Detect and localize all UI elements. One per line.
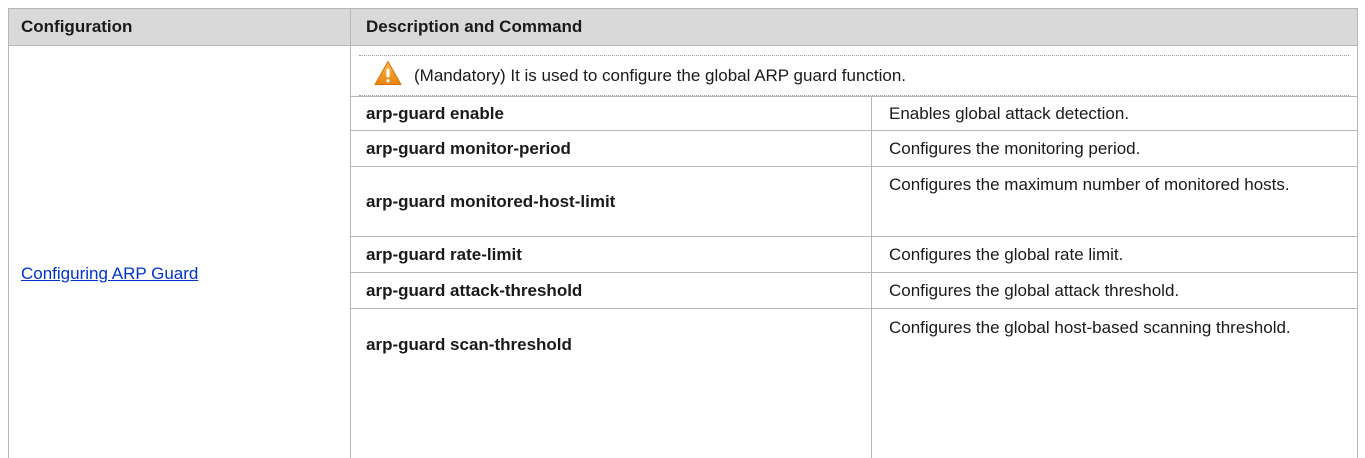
command-description: Configures the global host-based scannin… <box>889 318 1291 337</box>
table-row: arp-guard monitor-period Configures the … <box>351 130 1357 166</box>
note-text: (Mandatory) It is used to configure the … <box>414 66 907 85</box>
command-name: arp-guard monitored-host-limit <box>366 192 616 211</box>
header-configuration: Configuration <box>21 17 133 36</box>
table-row: arp-guard scan-threshold Configures the … <box>351 308 1357 458</box>
mandatory-note: (Mandatory) It is used to configure the … <box>359 56 1349 95</box>
table-row: arp-guard enable Enables global attack d… <box>351 96 1357 130</box>
command-name: arp-guard monitor-period <box>366 139 571 158</box>
configuring-arp-guard-link[interactable]: Configuring ARP Guard <box>21 264 198 284</box>
command-name: arp-guard scan-threshold <box>366 335 572 354</box>
warning-icon <box>374 61 402 85</box>
command-name: arp-guard enable <box>366 104 504 123</box>
configuration-cell: Configuring ARP Guard <box>9 46 350 458</box>
table-row: arp-guard monitored-host-limit Configure… <box>351 166 1357 236</box>
command-description: Enables global attack detection. <box>889 104 1130 123</box>
config-table: Configuration Description and Command Co… <box>8 8 1358 458</box>
description-cell: (Mandatory) It is used to configure the … <box>351 46 1357 458</box>
table-row: arp-guard rate-limit Configures the glob… <box>351 236 1357 272</box>
command-description: Configures the maximum number of monitor… <box>889 175 1290 194</box>
table-row: arp-guard attack-threshold Configures th… <box>351 272 1357 308</box>
command-name: arp-guard attack-threshold <box>366 281 583 300</box>
header-description: Description and Command <box>366 17 583 36</box>
command-name: arp-guard rate-limit <box>366 245 522 264</box>
table-header: Configuration Description and Command <box>9 8 1357 46</box>
command-description: Configures the global rate limit. <box>889 245 1124 264</box>
command-description: Configures the monitoring period. <box>889 139 1141 158</box>
command-description: Configures the global attack threshold. <box>889 281 1180 300</box>
